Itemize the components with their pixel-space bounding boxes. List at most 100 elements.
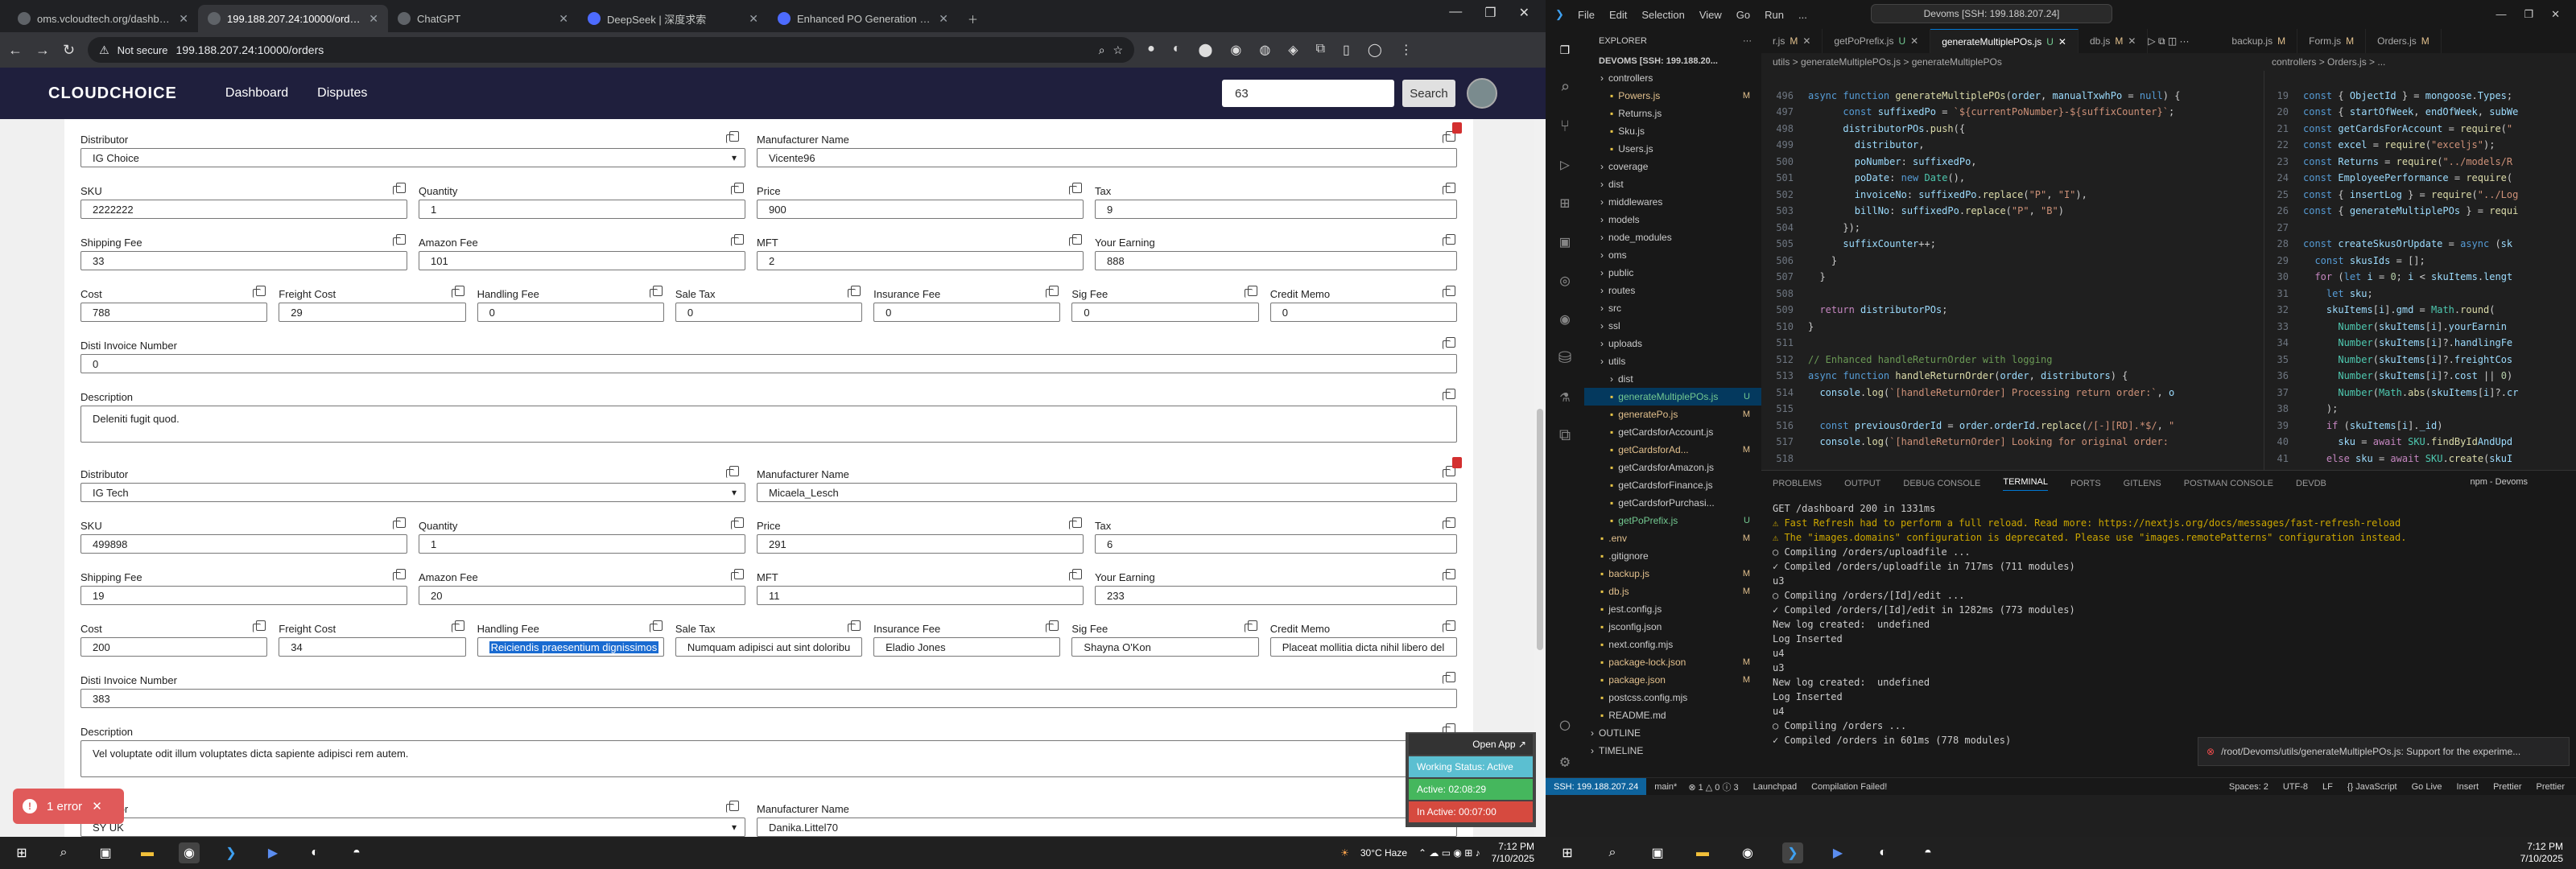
copy-icon[interactable] <box>726 801 739 813</box>
nav-dashboard[interactable]: Dashboard <box>225 86 288 101</box>
file-tree-item[interactable]: › models <box>1584 211 1761 229</box>
app-icon[interactable]: ◐ <box>1872 842 1893 863</box>
puzzle-icon[interactable]: ⧉ <box>1546 415 1584 454</box>
file-tree-item[interactable]: ▪ getPoPrefix.js U <box>1584 512 1761 529</box>
copy-icon[interactable] <box>731 517 744 529</box>
panel-tab-gitlens[interactable]: GITLENS <box>2124 479 2161 488</box>
copy-icon[interactable] <box>1443 517 1455 529</box>
back-icon[interactable]: ← <box>8 42 23 59</box>
copy-icon[interactable] <box>726 131 739 143</box>
copy-icon[interactable] <box>1443 569 1455 581</box>
menu-dots-icon[interactable]: ⋮ <box>1400 42 1413 58</box>
insurance-field[interactable]: Eladio Jones <box>873 637 1061 657</box>
copy-icon[interactable] <box>1046 286 1059 298</box>
copy-icon[interactable] <box>731 569 744 581</box>
search-icon[interactable]: ⌕ <box>1602 842 1623 863</box>
extension-icon[interactable]: ◐ <box>1173 42 1181 58</box>
menu-run[interactable]: Run <box>1765 9 1784 21</box>
copy-icon[interactable] <box>451 620 464 632</box>
menu-more[interactable]: ... <box>1798 9 1807 21</box>
command-center-search[interactable]: Devoms [SSH: 199.188.207.24] <box>1871 4 2112 23</box>
file-tree-item[interactable]: › routes <box>1584 282 1761 299</box>
shipping-field[interactable]: 33 <box>80 251 407 270</box>
launchpad[interactable]: Launchpad <box>1753 782 1797 792</box>
copy-icon[interactable] <box>1443 620 1455 632</box>
file-tree-item[interactable]: ▪ next.config.mjs <box>1584 636 1761 653</box>
file-tree-item[interactable]: › public <box>1584 264 1761 282</box>
freight-field[interactable]: 29 <box>279 303 466 322</box>
file-tree-item[interactable]: › OUTLINE <box>1584 724 1761 742</box>
mft-field[interactable]: 2 <box>757 251 1084 270</box>
menu-edit[interactable]: Edit <box>1609 9 1627 21</box>
file-tree-item[interactable]: › node_modules <box>1584 229 1761 246</box>
handling-field[interactable]: 0 <box>477 303 664 322</box>
credit-field[interactable]: Placeat mollitia dicta nihil libero del <box>1269 637 1457 657</box>
panel-tab-output[interactable]: OUTPUT <box>1844 479 1880 488</box>
status-item[interactable]: Go Live <box>2412 782 2442 792</box>
file-tree-item[interactable]: ▪ getCardsforAccount.js <box>1584 423 1761 441</box>
new-tab-button[interactable]: ＋ <box>958 5 990 32</box>
file-tree-item[interactable]: ▪ getCardsforAd... M <box>1584 441 1761 459</box>
extension-icon[interactable]: ◉ <box>1230 42 1241 58</box>
price-field[interactable]: 900 <box>757 200 1084 219</box>
file-tree-item[interactable]: ▪ postcss.config.mjs <box>1584 689 1761 706</box>
file-tree-item[interactable]: ▪ jest.config.js <box>1584 600 1761 618</box>
extension-icon[interactable]: ● <box>1147 42 1155 58</box>
extensions-icon[interactable]: ⊞ <box>1546 183 1584 222</box>
close-tab-icon[interactable]: ✕ <box>369 12 378 26</box>
copy-icon[interactable] <box>1443 286 1455 298</box>
file-tree-item[interactable]: › middlewares <box>1584 193 1761 211</box>
sig-field[interactable]: Shayna O'Kon <box>1071 637 1259 657</box>
price-field[interactable]: 291 <box>757 534 1084 554</box>
status-item[interactable]: UTF-8 <box>2283 782 2308 792</box>
task-view-icon[interactable]: ▣ <box>1647 842 1668 863</box>
close-icon[interactable]: ✕ <box>2551 8 2560 21</box>
menu-go[interactable]: Go <box>1736 9 1750 21</box>
copy-icon[interactable] <box>1069 234 1082 246</box>
file-tree-item[interactable]: ▪ getCardsforPurchasi... <box>1584 494 1761 512</box>
page-scrollbar[interactable] <box>1534 119 1546 837</box>
file-explorer-icon[interactable]: ▬ <box>137 842 158 863</box>
file-tree-item[interactable]: › dist <box>1584 175 1761 193</box>
copy-icon[interactable] <box>393 517 406 529</box>
copy-icon[interactable] <box>731 183 744 195</box>
file-tree-item[interactable]: › TIMELINE <box>1584 742 1761 760</box>
file-tree-item[interactable]: › src <box>1584 299 1761 317</box>
disti-invoice-field[interactable]: 0 <box>80 354 1457 373</box>
quantity-field[interactable]: 1 <box>419 534 745 554</box>
file-tree-item[interactable]: ▪ generatePo.js M <box>1584 406 1761 423</box>
file-tree-item[interactable]: ▪ Returns.js <box>1584 105 1761 122</box>
restore-icon[interactable]: ❐ <box>2524 8 2533 21</box>
file-tree-item[interactable]: ▪ jsconfig.json <box>1584 618 1761 636</box>
app-logo[interactable]: CLOUDCHOICE <box>48 84 177 103</box>
file-tree-item[interactable]: ▪ generateMultiplePOs.js U <box>1584 388 1761 406</box>
panel-tab-postman-console[interactable]: POSTMAN CONSOLE <box>2184 479 2273 488</box>
windows-start-icon[interactable]: ⊞ <box>11 842 32 863</box>
chrome-icon[interactable]: ◉ <box>179 842 200 863</box>
quantity-field[interactable]: 1 <box>419 200 745 219</box>
tray-icons[interactable]: ⌃ ☁ ▭ ◉ ⊞ ♪ <box>1418 847 1480 859</box>
run-debug-icon[interactable]: ▷ <box>1546 145 1584 183</box>
file-tree-item[interactable]: › uploads <box>1584 335 1761 352</box>
earning-field[interactable]: 233 <box>1095 586 1457 605</box>
app-icon[interactable]: ◓ <box>346 842 367 863</box>
close-icon[interactable]: ✕ <box>1910 35 1918 47</box>
manufacturer-field[interactable]: Micaela_Lesch <box>757 483 1457 502</box>
copy-icon[interactable] <box>726 466 739 478</box>
postman-icon[interactable]: ◉ <box>1546 299 1584 338</box>
close-tab-icon[interactable]: ✕ <box>179 12 188 26</box>
search-input[interactable]: 63 <box>1222 80 1394 107</box>
restore-icon[interactable]: ❐ <box>1484 5 1496 21</box>
file-tree-item[interactable]: ▪ Powers.js M <box>1584 87 1761 105</box>
panel-tab-problems[interactable]: PROBLEMS <box>1773 479 1822 488</box>
copy-icon[interactable] <box>649 620 663 632</box>
compile-status[interactable]: Compilation Failed! <box>1811 782 1887 792</box>
tax-field[interactable]: 6 <box>1095 534 1457 554</box>
terminal-output[interactable]: GET /dashboard 200 in 1331ms ⚠ Fast Refre… <box>1773 501 2406 748</box>
breadcrumb-right[interactable]: controllers > Orders.js > ... <box>2260 53 2576 71</box>
file-tree-item[interactable]: › oms <box>1584 246 1761 264</box>
avatar[interactable] <box>1467 78 1497 109</box>
menu-view[interactable]: View <box>1699 9 1722 21</box>
file-tree-item[interactable]: ▪ .env M <box>1584 529 1761 547</box>
close-icon[interactable]: ✕ <box>1802 35 1810 47</box>
